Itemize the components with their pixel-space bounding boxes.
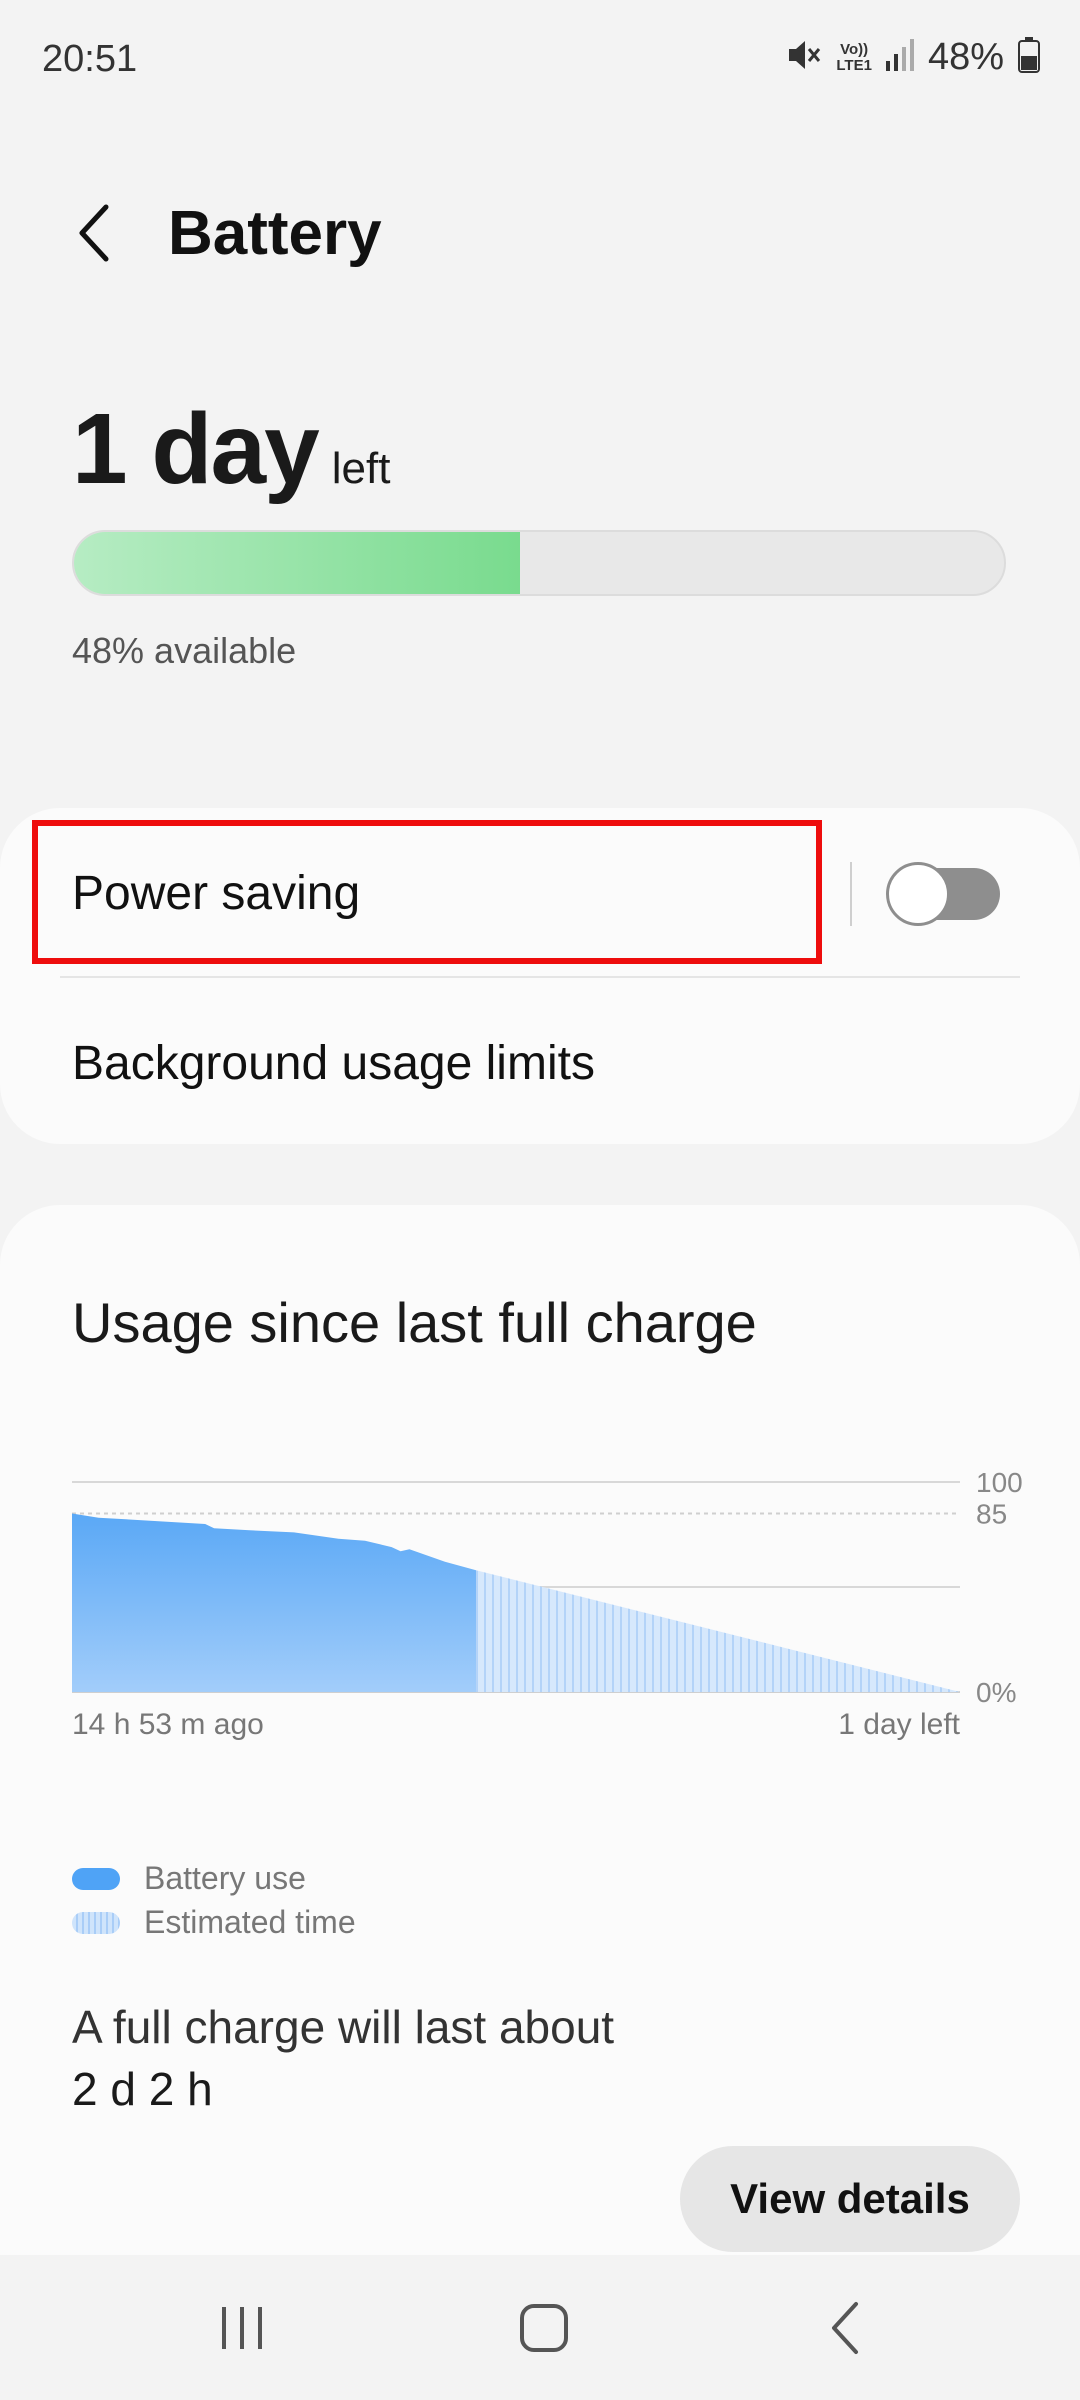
settings-divider <box>60 976 1020 978</box>
full-charge-label: A full charge will last about <box>72 2001 615 2053</box>
battery-icon <box>1018 37 1040 78</box>
back-icon <box>826 2300 866 2361</box>
background-usage-limits-item[interactable]: Background usage limits <box>72 1036 595 1091</box>
legend-battery-use: Battery use <box>72 1860 306 1897</box>
legend-swatch-use <box>72 1867 120 1890</box>
estimated-time-area <box>476 1570 960 1692</box>
time-left-unit: left <box>331 444 391 493</box>
time-left: 1 day left <box>72 392 390 507</box>
status-time: 20:51 <box>42 38 138 80</box>
recent-apps-button[interactable] <box>192 2290 292 2370</box>
volte-icon: Vo)) LTE1 <box>836 40 872 74</box>
home-button[interactable] <box>494 2290 594 2370</box>
full-charge-value: 2 d 2 h <box>72 2063 213 2115</box>
y-tick-label: 0% <box>976 1677 1016 1708</box>
toggle-knob <box>886 862 950 926</box>
battery-use-area <box>72 1513 477 1692</box>
y-tick-label: 85 <box>976 1499 1007 1530</box>
x-label-end: 1 day left <box>838 1708 960 1741</box>
toggle-divider <box>850 862 852 926</box>
highlight-box <box>32 820 822 964</box>
mute-icon <box>786 38 822 77</box>
legend-label: Battery use <box>144 1860 306 1896</box>
page-title: Battery <box>168 199 382 268</box>
power-saving-toggle[interactable] <box>886 862 1000 926</box>
home-icon <box>518 2302 570 2359</box>
battery-percent: 48% <box>927 36 1004 78</box>
signal-icon <box>885 39 914 76</box>
legend-estimated-time: Estimated time <box>72 1904 356 1941</box>
view-details-button[interactable]: View details <box>680 2146 1020 2252</box>
nav-back-button[interactable] <box>796 2290 896 2370</box>
time-left-value: 1 day <box>72 393 320 505</box>
usage-title: Usage since last full charge <box>72 1291 757 1354</box>
usage-chart[interactable]: 10085 0% 14 h 53 m ago 1 day left <box>60 1460 1040 1780</box>
legend-label: Estimated time <box>144 1904 356 1940</box>
recent-apps-icon <box>217 2303 267 2358</box>
back-button[interactable] <box>64 200 124 270</box>
y-tick-label: 100 <box>976 1467 1023 1498</box>
battery-level-fill <box>74 532 521 594</box>
legend-swatch-estimated <box>72 1911 120 1934</box>
back-arrow-icon <box>74 201 114 270</box>
status-icons: Vo)) LTE1 48% <box>786 36 1040 79</box>
battery-level-bar <box>72 530 1006 596</box>
available-text: 48% available <box>72 630 297 671</box>
x-label-start: 14 h 53 m ago <box>72 1708 264 1741</box>
